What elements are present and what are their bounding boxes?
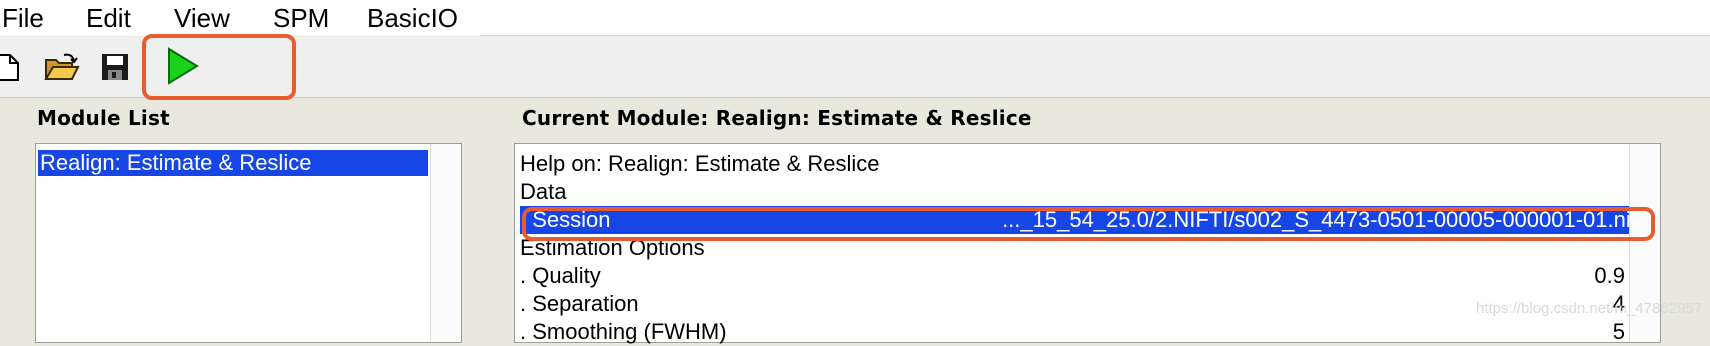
quality-row[interactable]: . Quality 0.9: [520, 262, 1625, 290]
menu-separator: [480, 35, 1710, 36]
menu-bar: File Edit View SPM BasicIO: [0, 0, 1710, 36]
save-icon[interactable]: [100, 52, 130, 82]
new-file-icon[interactable]: [0, 52, 22, 82]
menu-view[interactable]: View: [174, 3, 230, 33]
menu-basicio[interactable]: BasicIO: [367, 3, 458, 33]
module-list-title: Module List: [37, 106, 170, 130]
menu-edit[interactable]: Edit: [86, 3, 131, 33]
data-row[interactable]: Data: [520, 178, 1625, 206]
menu-file[interactable]: File: [2, 3, 44, 33]
menu-spm[interactable]: SPM: [273, 3, 329, 33]
row-label: Data: [520, 179, 567, 204]
row-label: . Smoothing (FWHM): [520, 319, 727, 344]
row-label: Help on: Realign: Estimate & Reslice: [520, 151, 880, 176]
current-module-title: Current Module: Realign: Estimate & Resl…: [522, 106, 1032, 130]
row-label: . Quality: [520, 263, 601, 288]
separation-row[interactable]: . Separation 4: [520, 290, 1625, 318]
module-list-panel: Realign: Estimate & Reslice: [35, 143, 462, 343]
module-list-item[interactable]: Realign: Estimate & Reslice: [38, 150, 428, 176]
row-value: 5: [1612, 319, 1625, 344]
help-row[interactable]: Help on: Realign: Estimate & Reslice: [520, 150, 1625, 178]
session-row-highlight: [522, 207, 1655, 241]
row-label: . Separation: [520, 291, 639, 316]
open-folder-icon[interactable]: [44, 52, 80, 82]
smoothing-row[interactable]: . Smoothing (FWHM) 5: [520, 318, 1625, 346]
row-value: 0.9: [1594, 263, 1625, 288]
run-button-highlight: [142, 34, 296, 100]
watermark: https://blog.csdn.net/m_47862957: [1476, 300, 1702, 317]
module-list-scrollbar[interactable]: [430, 144, 461, 342]
